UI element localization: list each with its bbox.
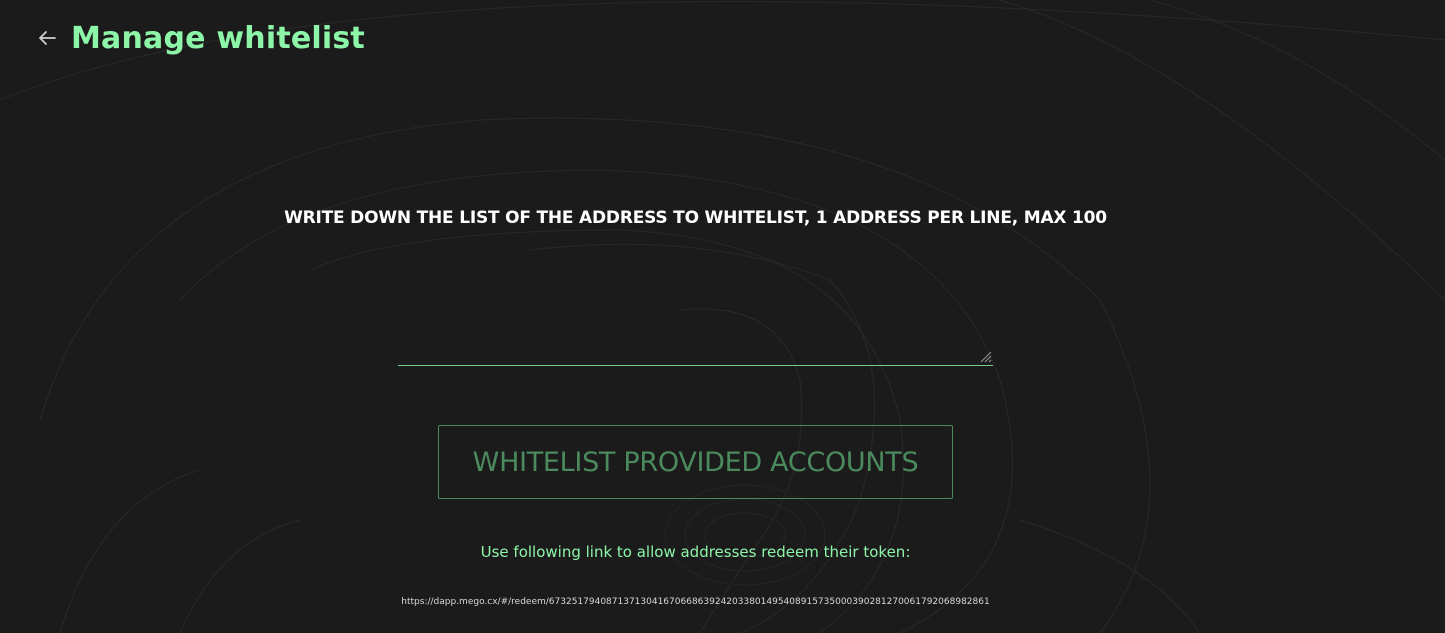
page-title: Manage whitelist (71, 20, 365, 56)
address-list-textarea[interactable] (398, 256, 993, 366)
page-header: Manage whitelist (36, 18, 365, 58)
arrow-left-icon[interactable] (36, 27, 58, 49)
manage-whitelist-page: Manage whitelist WRITE DOWN THE LIST OF … (0, 0, 1445, 633)
whitelist-instruction: WRITE DOWN THE LIST OF THE ADDRESS TO WH… (284, 208, 1107, 228)
whitelist-accounts-button[interactable]: WHITELIST PROVIDED ACCOUNTS (438, 425, 953, 499)
resize-grip-icon[interactable] (979, 350, 992, 363)
redeem-link[interactable]: https://dapp.mego.cx/#/redeem/6732517940… (0, 597, 1391, 607)
redeem-link-note: Use following link to allow addresses re… (480, 543, 911, 561)
